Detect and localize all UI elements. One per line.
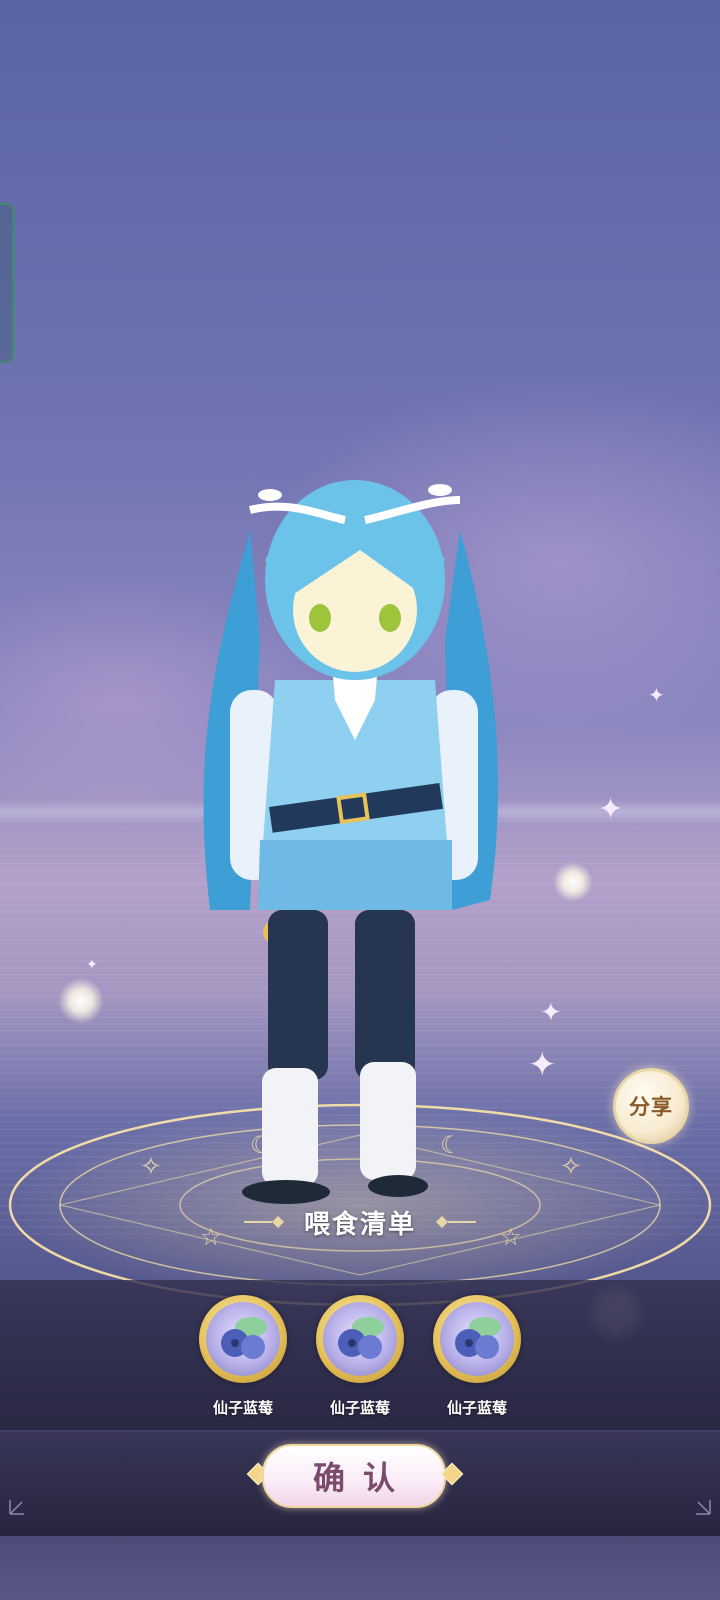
character-model[interactable] xyxy=(190,440,520,1230)
sparkle-icon: ✦ xyxy=(86,957,98,973)
feed-item[interactable]: 仙子蓝莓 xyxy=(429,1295,525,1425)
feed-list-title: 喂食清单 xyxy=(303,1209,416,1240)
leaf-ornament-icon xyxy=(243,1216,284,1228)
feed-item-label: 仙子蓝莓 xyxy=(329,1399,390,1417)
feed-items: 仙子蓝莓 仙子蓝莓 仙子蓝莓 xyxy=(195,1295,525,1425)
share-button[interactable]: 分享 xyxy=(613,1068,689,1144)
corner-ornament-icon xyxy=(696,1500,711,1515)
feed-item[interactable]: 仙子蓝莓 xyxy=(195,1295,291,1425)
corner-ornament-icon xyxy=(9,1500,24,1515)
fairy-blueberry-icon xyxy=(199,1295,287,1383)
confirm-label: 确认 xyxy=(312,1459,413,1497)
svg-text:✧: ✧ xyxy=(560,1152,582,1182)
svg-text:✧: ✧ xyxy=(140,1152,162,1182)
confirm-button-group: 确认 xyxy=(246,1444,468,1508)
confirm-button[interactable]: 确认 xyxy=(262,1444,446,1508)
fairy-blueberry-icon xyxy=(316,1295,404,1383)
feed-list-header: 喂食清单 xyxy=(0,1200,720,1244)
side-drawer-handle[interactable] xyxy=(0,203,14,363)
sparkle-icon: ✦ xyxy=(598,792,624,827)
bottom-strip xyxy=(0,1536,720,1600)
sparkle-icon: ✦ xyxy=(528,1045,557,1085)
light-orb xyxy=(553,862,593,902)
share-label: 分享 xyxy=(629,1095,673,1119)
fairy-blueberry-icon xyxy=(433,1295,521,1383)
feed-item-label: 仙子蓝莓 xyxy=(446,1399,507,1417)
feed-item[interactable]: 仙子蓝莓 xyxy=(312,1295,408,1425)
leaf-ornament-icon xyxy=(436,1216,476,1228)
light-orb xyxy=(58,978,104,1024)
feed-item-label: 仙子蓝莓 xyxy=(212,1399,273,1417)
sparkle-icon: ✦ xyxy=(648,683,665,707)
sparkle-icon: ✦ xyxy=(540,998,562,1028)
